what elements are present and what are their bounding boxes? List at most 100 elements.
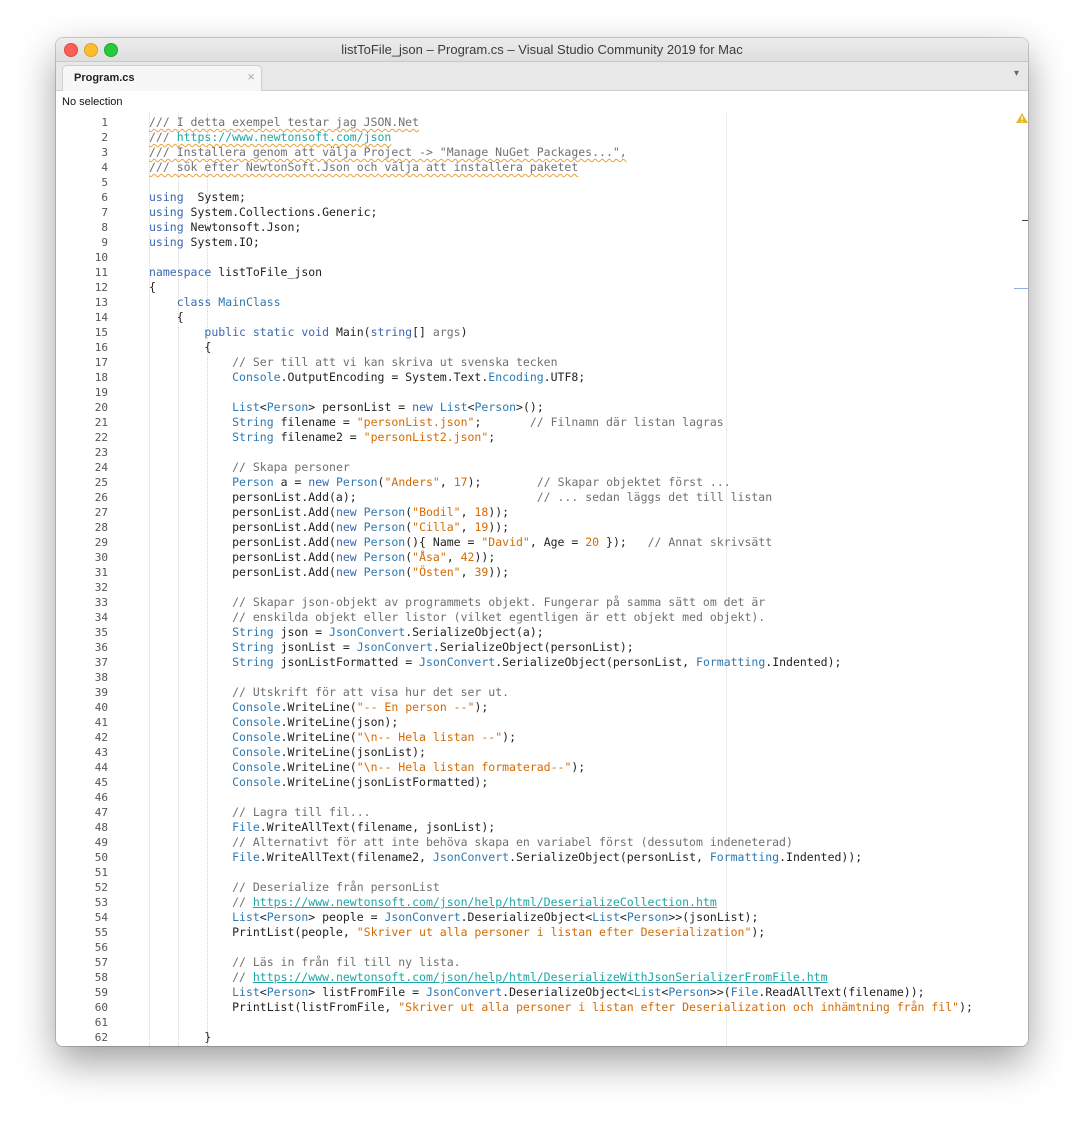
- code-line[interactable]: public static void Main(string[] args): [149, 325, 467, 340]
- code-line[interactable]: Console.WriteLine("\n-- Hela listan --")…: [149, 730, 516, 745]
- code-line[interactable]: File.WriteAllText(filename2, JsonConvert…: [149, 850, 862, 865]
- code-line[interactable]: String filename = "personList.json"; // …: [149, 415, 724, 430]
- code-line[interactable]: /// I detta exempel testar jag JSON.Net: [149, 115, 419, 130]
- tab-program-cs[interactable]: Program.cs ×: [62, 65, 262, 92]
- code-token: using: [149, 220, 184, 234]
- code-line[interactable]: List<Person> listFromFile = JsonConvert.…: [149, 985, 924, 1000]
- code-line[interactable]: using System.Collections.Generic;: [149, 205, 378, 220]
- code-token: ));: [488, 565, 510, 579]
- line-number: 15: [94, 326, 108, 339]
- code-token: ,: [439, 475, 454, 489]
- line-number: 7: [101, 206, 108, 219]
- code-line[interactable]: // Läs in från fil till ny lista.: [149, 955, 460, 970]
- code-line[interactable]: personList.Add(new Person("Östen", 39));: [149, 565, 509, 580]
- code-line[interactable]: using System;: [149, 190, 246, 205]
- line-number: 49: [94, 836, 108, 849]
- code-line[interactable]: // Lagra till fil...: [149, 805, 370, 820]
- code-line[interactable]: Console.WriteLine(json);: [149, 715, 398, 730]
- code-line[interactable]: {: [149, 340, 211, 355]
- line-number: 46: [94, 791, 108, 804]
- code-line[interactable]: PrintList(people, "Skriver ut alla perso…: [149, 925, 765, 940]
- code-token: // Ser till att vi kan skriva ut svenska…: [232, 355, 558, 369]
- code-line[interactable]: PrintList(listFromFile, "Skriver ut alla…: [149, 1000, 973, 1015]
- code-line[interactable]: Console.WriteLine("-- En person --");: [149, 700, 488, 715]
- code-line[interactable]: String jsonListFormatted = JsonConvert.S…: [149, 655, 841, 670]
- code-token: Person: [363, 505, 406, 519]
- code-line[interactable]: namespace listToFile_json: [149, 265, 322, 280]
- code-line[interactable]: {: [149, 310, 184, 325]
- line-number: 1: [101, 116, 108, 129]
- code-line[interactable]: using Newtonsoft.Json;: [149, 220, 301, 235]
- code-line[interactable]: using System.IO;: [149, 235, 260, 250]
- code-line[interactable]: Console.OutputEncoding = System.Text.Enc…: [149, 370, 585, 385]
- code-line[interactable]: personList.Add(new Person(){ Name = "Dav…: [149, 535, 772, 550]
- code-token: Person: [266, 985, 309, 999]
- code-line[interactable]: personList.Add(new Person("Bodil", 18));: [149, 505, 509, 520]
- code-line[interactable]: // Ser till att vi kan skriva ut svenska…: [149, 355, 558, 370]
- code-token: PrintList(people,: [149, 925, 357, 939]
- code-line[interactable]: {: [149, 280, 156, 295]
- code-line[interactable]: /// https://www.newtonsoft.com/json: [149, 130, 391, 145]
- code-token: "Anders": [384, 475, 440, 489]
- code-token: .Indented));: [779, 850, 863, 864]
- code-line[interactable]: /// sök efter NewtonSoft.Json och välja …: [149, 160, 578, 175]
- code-line[interactable]: Console.WriteLine("\n-- Hela listan form…: [149, 760, 585, 775]
- line-number: 52: [94, 881, 108, 894]
- line-number: 38: [94, 671, 108, 684]
- code-editor[interactable]: 1 2 3 4 5 6 7 8 9 10 11 12 13 14 15 16 17 18 19 20 21 22 23 24 2…: [56, 113, 1028, 1046]
- code-link[interactable]: https://www.newtonsoft.com/json/help/htm…: [253, 895, 717, 909]
- code-token: filename2 =: [273, 430, 364, 444]
- code-line[interactable]: // Utskrift för att visa hur det ser ut.: [149, 685, 509, 700]
- line-number: 21: [94, 416, 108, 429]
- code-token: <: [259, 985, 267, 999]
- code-line[interactable]: // Deserialize från personList: [149, 880, 440, 895]
- code-line[interactable]: Console.WriteLine(jsonListFormatted);: [149, 775, 488, 790]
- code-line[interactable]: Console.WriteLine(jsonList);: [149, 745, 426, 760]
- code-token: /// Installera genom att välja Project -…: [149, 145, 627, 159]
- code-link[interactable]: https://www.newtonsoft.com/json: [177, 130, 392, 144]
- code-line[interactable]: /// Installera genom att välja Project -…: [149, 145, 627, 160]
- code-line[interactable]: // enskilda objekt eller listor (vilket …: [149, 610, 765, 625]
- tab-list-dropdown-icon[interactable]: ▾: [1014, 68, 1019, 79]
- code-token: Console: [232, 715, 281, 729]
- code-line[interactable]: }: [149, 1030, 211, 1045]
- code-line[interactable]: File.WriteAllText(filename, jsonList);: [149, 820, 495, 835]
- code-line[interactable]: personList.Add(a); // ... sedan läggs de…: [149, 490, 772, 505]
- close-icon[interactable]: ×: [247, 69, 255, 84]
- line-number: 55: [94, 926, 108, 939]
- code-line[interactable]: // Skapar json-objekt av programmets obj…: [149, 595, 765, 610]
- code-line[interactable]: List<Person> personList = new List<Perso…: [149, 400, 544, 415]
- code-line[interactable]: String json = JsonConvert.SerializeObjec…: [149, 625, 544, 640]
- warning-triangle-icon[interactable]: [1016, 113, 1028, 123]
- code-token: personList.Add(: [149, 565, 336, 579]
- code-token: // enskilda objekt eller listor (vilket …: [232, 610, 766, 624]
- code-line[interactable]: String filename2 = "personList2.json";: [149, 430, 495, 445]
- code-line[interactable]: personList.Add(new Person("Åsa", 42));: [149, 550, 495, 565]
- code-line[interactable]: String jsonList = JsonConvert.SerializeO…: [149, 640, 634, 655]
- code-line[interactable]: // Alternativt för att inte behöva skapa…: [149, 835, 793, 850]
- code-line[interactable]: // Skapa personer: [149, 460, 350, 475]
- code-line[interactable]: // https://www.newtonsoft.com/json/help/…: [149, 970, 828, 985]
- code-token: Main(: [329, 325, 371, 339]
- navigation-bar[interactable]: No selection: [56, 91, 1028, 113]
- title-bar[interactable]: listToFile_json – Program.cs – Visual St…: [56, 38, 1028, 62]
- code-line[interactable]: List<Person> people = JsonConvert.Deseri…: [149, 910, 758, 925]
- code-token: Formatting: [696, 655, 766, 669]
- line-number: 6: [101, 191, 108, 204]
- code-line[interactable]: class MainClass: [149, 295, 281, 310]
- line-number: 10: [94, 251, 108, 264]
- code-line[interactable]: personList.Add(new Person("Cilla", 19));: [149, 520, 509, 535]
- code-line[interactable]: Person a = new Person("Anders", 17); // …: [149, 475, 731, 490]
- code-token: personList.Add(: [149, 535, 336, 549]
- code-line[interactable]: // https://www.newtonsoft.com/json/help/…: [149, 895, 717, 910]
- line-number: 29: [94, 536, 108, 549]
- code-link[interactable]: https://www.newtonsoft.com/json/help/htm…: [253, 970, 828, 984]
- code-token: ///: [149, 130, 177, 144]
- code-token: // Deserialize från personList: [232, 880, 440, 894]
